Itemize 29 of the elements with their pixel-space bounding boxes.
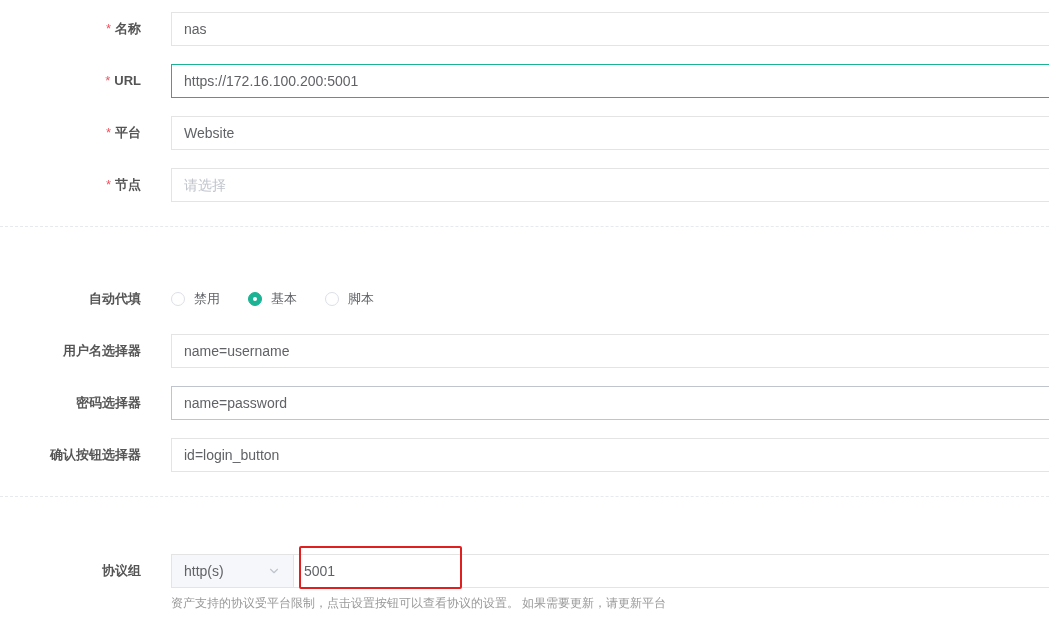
text-field[interactable]: id=login_button bbox=[171, 438, 1049, 472]
field-label: URL bbox=[114, 72, 141, 91]
field-label: 密码选择器 bbox=[76, 394, 141, 413]
required-mark: * bbox=[105, 72, 111, 91]
radio-option[interactable]: 脚本 bbox=[325, 289, 374, 309]
required-mark: * bbox=[105, 20, 111, 39]
hint-text: 资产支持的协议受平台限制，点击设置按钮可以查看协议的设置。 如果需要更新，请更新平台 bbox=[171, 595, 668, 612]
text-field[interactable]: nas bbox=[171, 12, 1049, 46]
text-field[interactable]: https://172.16.100.200:5001 bbox=[171, 64, 1049, 98]
radio-icon bbox=[325, 292, 339, 306]
protocol-select[interactable]: http(s) bbox=[171, 554, 294, 588]
radio-icon bbox=[248, 292, 262, 306]
text-field[interactable]: name=username bbox=[171, 334, 1049, 368]
text-field[interactable]: 请选择 bbox=[171, 168, 1049, 202]
radio-option[interactable]: 基本 bbox=[248, 289, 297, 309]
radio-icon bbox=[171, 292, 185, 306]
field-label: 平台 bbox=[115, 124, 141, 143]
text-field[interactable]: name=password bbox=[171, 386, 1049, 420]
field-label: 节点 bbox=[115, 176, 141, 195]
radio-option[interactable]: 禁用 bbox=[171, 289, 220, 309]
field-label: 用户名选择器 bbox=[63, 342, 141, 361]
text-field[interactable]: Website bbox=[171, 116, 1049, 150]
port-field[interactable]: 5001 bbox=[294, 554, 1049, 588]
required-mark: * bbox=[105, 176, 111, 195]
field-label: 自动代填 bbox=[89, 290, 141, 309]
field-label: 协议组 bbox=[102, 562, 141, 581]
field-label: 确认按钮选择器 bbox=[50, 446, 141, 465]
required-mark: * bbox=[105, 124, 111, 143]
field-label: 名称 bbox=[115, 20, 141, 39]
